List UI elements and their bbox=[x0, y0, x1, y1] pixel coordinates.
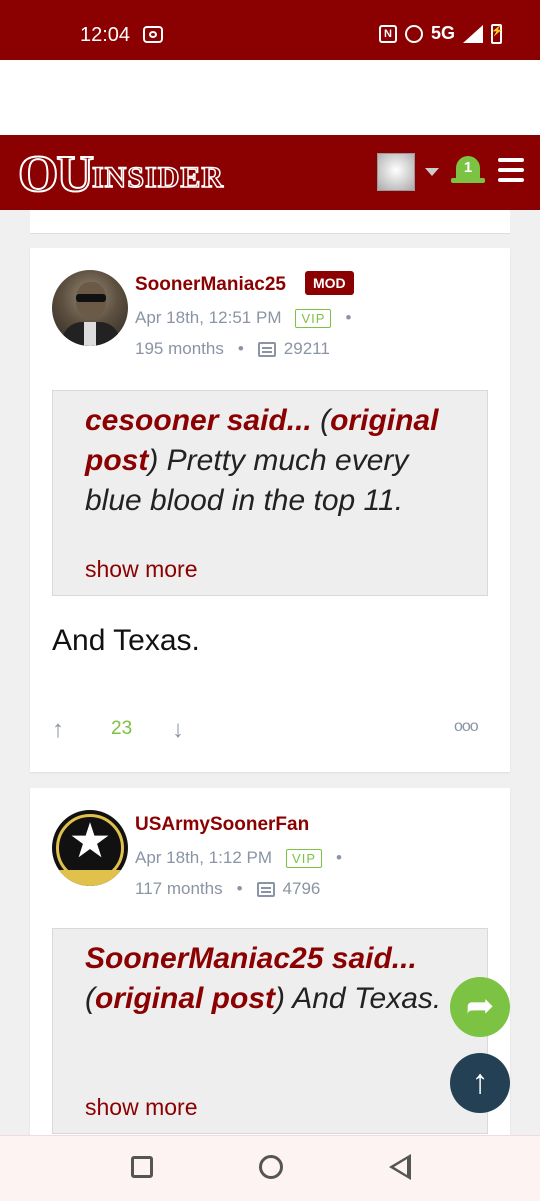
quote-author[interactable]: SoonerManiac25 said... bbox=[85, 942, 417, 975]
previous-post-card bbox=[30, 210, 510, 234]
reply-button[interactable]: ➦ bbox=[450, 977, 510, 1037]
separator-dot: • bbox=[237, 339, 244, 358]
arrow-up-icon: ↑ bbox=[471, 1063, 489, 1101]
comments-icon bbox=[257, 341, 276, 357]
member-tenure: 117 months bbox=[135, 879, 223, 898]
mod-badge: MOD bbox=[305, 271, 354, 295]
comments-icon bbox=[256, 881, 275, 897]
forum-post: ★ USArmySoonerFan Apr 18th, 1:12 PM VIP … bbox=[30, 788, 510, 1148]
battery-icon bbox=[491, 23, 503, 44]
post-meta: Apr 18th, 12:51 PM VIP • bbox=[135, 308, 351, 328]
notifications-bell-icon[interactable]: 1 bbox=[451, 152, 485, 186]
quote-author[interactable]: cesooner said... bbox=[85, 404, 312, 437]
post-count: 4796 bbox=[282, 879, 321, 898]
status-bar: 12:04 N 5G bbox=[0, 0, 540, 60]
back-icon[interactable] bbox=[389, 1154, 411, 1180]
logo-insider: INSIDER bbox=[91, 161, 225, 195]
menu-icon[interactable] bbox=[498, 158, 524, 182]
signal-icon bbox=[463, 24, 483, 43]
separator-dot: • bbox=[345, 308, 352, 327]
quote-body: And Texas. bbox=[292, 982, 442, 1015]
network-type: 5G bbox=[430, 23, 455, 43]
post-username[interactable]: USArmySoonerFan bbox=[135, 814, 309, 836]
post-meta: Apr 18th, 1:12 PM VIP • bbox=[135, 848, 342, 868]
separator-dot: • bbox=[236, 879, 243, 898]
address-bar-area bbox=[0, 60, 540, 135]
reply-arrow-icon: ➦ bbox=[465, 987, 495, 1025]
forum-post: SoonerManiac25 MOD Apr 18th, 12:51 PM VI… bbox=[30, 248, 510, 772]
chevron-down-icon[interactable] bbox=[425, 168, 439, 176]
upvote-arrow-icon[interactable]: ↑ bbox=[52, 716, 64, 744]
post-meta-stats: 195 months • 29211 bbox=[135, 339, 330, 359]
user-avatar-button[interactable] bbox=[377, 153, 415, 191]
post-count: 29211 bbox=[283, 339, 330, 358]
post-date[interactable]: Apr 18th, 12:51 PM bbox=[135, 308, 281, 328]
home-icon[interactable] bbox=[259, 1155, 283, 1179]
vip-badge: VIP bbox=[295, 308, 332, 328]
avatar[interactable]: ★ bbox=[52, 810, 128, 886]
show-more-link[interactable]: show more bbox=[85, 556, 197, 583]
member-tenure: 195 months bbox=[135, 339, 224, 358]
vip-badge: VIP bbox=[286, 848, 322, 868]
avatar[interactable] bbox=[52, 270, 128, 346]
status-time: 12:04 bbox=[80, 24, 131, 46]
vote-count: 23 bbox=[111, 718, 133, 739]
status-icons: N 5G bbox=[378, 23, 503, 44]
downvote-arrow-icon[interactable]: ↓ bbox=[172, 716, 184, 744]
quoted-post: SoonerManiac25 said... (original post) A… bbox=[52, 928, 488, 1134]
notification-count: 1 bbox=[463, 159, 473, 176]
nfc-icon: N bbox=[378, 24, 397, 43]
quote-text: cesooner said... (original post) Pretty … bbox=[85, 404, 439, 517]
separator-dot: • bbox=[336, 848, 342, 867]
site-logo[interactable]: OU INSIDER bbox=[17, 146, 225, 203]
more-options-icon[interactable]: ooo bbox=[454, 718, 479, 736]
show-more-link[interactable]: show more bbox=[85, 1094, 197, 1121]
quote-text: SoonerManiac25 said... (original post) A… bbox=[85, 942, 442, 1015]
recent-apps-icon[interactable] bbox=[131, 1156, 153, 1178]
logo-ou: OU bbox=[17, 146, 95, 203]
scroll-to-top-button[interactable]: ↑ bbox=[450, 1053, 510, 1113]
post-meta-stats: 117 months • 4796 bbox=[135, 879, 320, 899]
post-date[interactable]: Apr 18th, 1:12 PM bbox=[135, 848, 272, 868]
bell-base bbox=[451, 178, 485, 183]
post-body: And Texas. bbox=[52, 624, 200, 657]
alarm-icon bbox=[404, 24, 423, 43]
quoted-post: cesooner said... (original post) Pretty … bbox=[52, 390, 488, 596]
original-post-link[interactable]: original post bbox=[95, 982, 275, 1015]
screen-record-icon bbox=[143, 26, 163, 43]
post-username[interactable]: SoonerManiac25 bbox=[135, 274, 286, 296]
